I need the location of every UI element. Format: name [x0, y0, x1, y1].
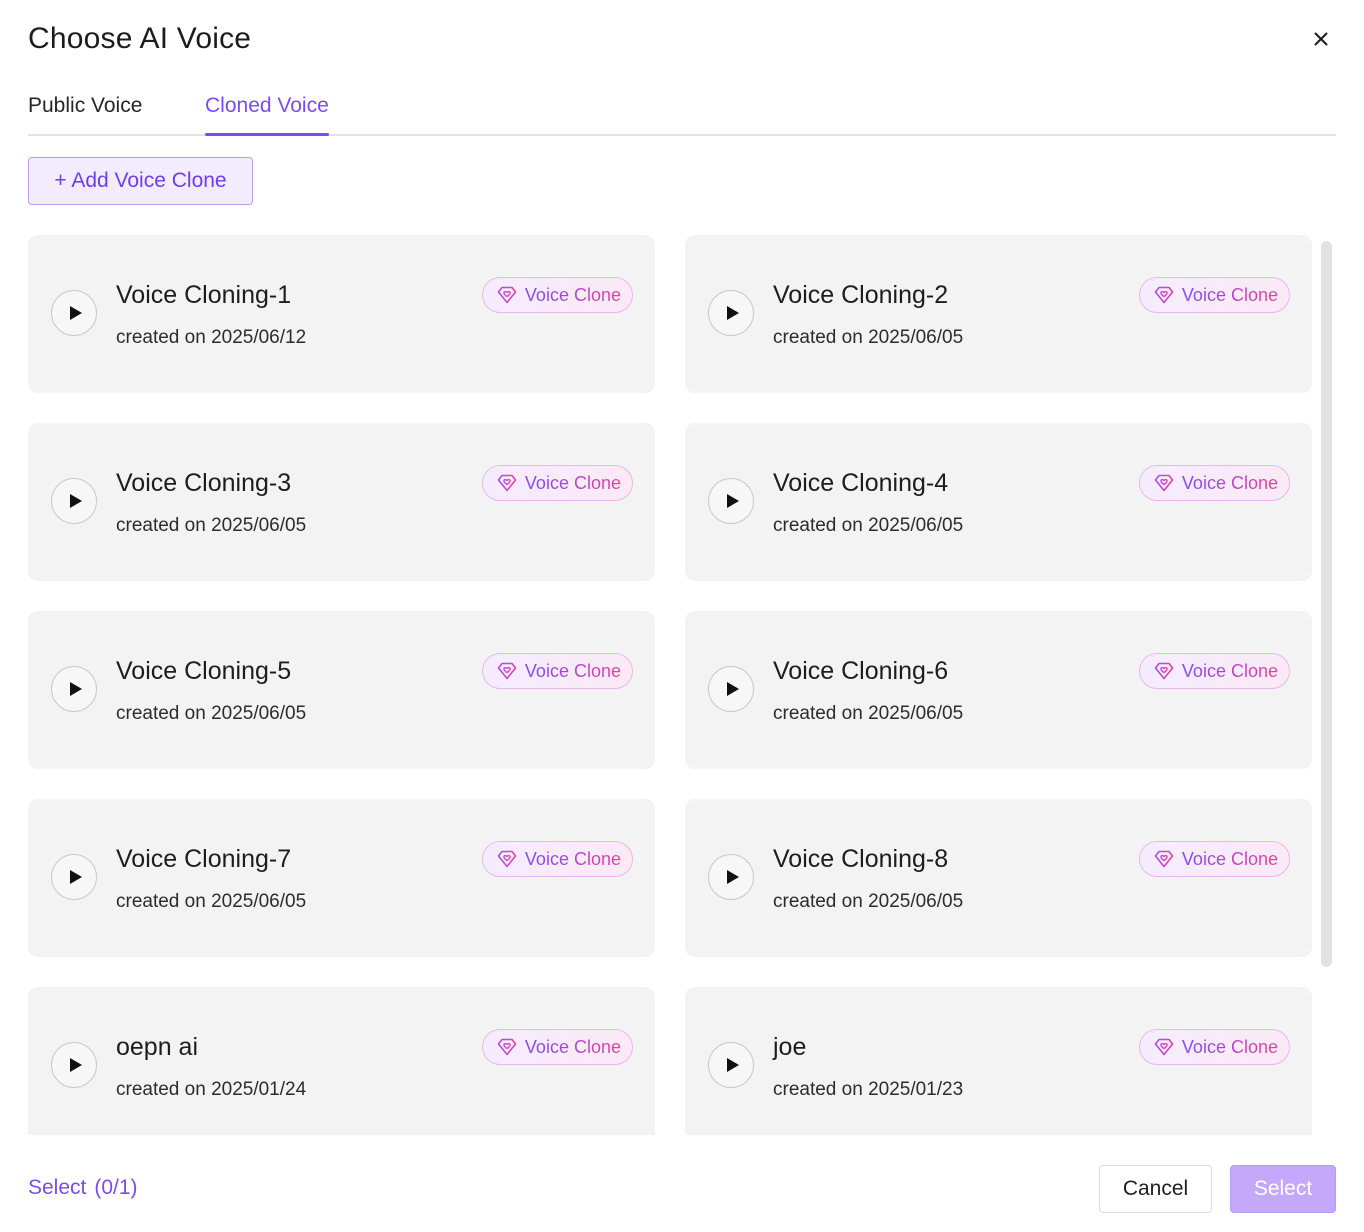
- diamond-heart-icon: [497, 286, 517, 304]
- voice-card[interactable]: Voice Cloning-1 created on 2025/06/12 Voic…: [28, 235, 655, 393]
- diamond-heart-icon: [1154, 1038, 1174, 1056]
- badge-label: Voice Clone: [524, 660, 621, 681]
- voice-created-date: created on 2025/01/23: [773, 1079, 964, 1100]
- voice-name: Voice Cloning-1: [116, 281, 292, 309]
- play-button[interactable]: [51, 666, 97, 712]
- voice-card[interactable]: Voice Cloning-5 created on 2025/06/05 Voic…: [28, 611, 655, 769]
- diamond-heart-icon: [497, 474, 517, 492]
- cancel-button[interactable]: Cancel: [1099, 1165, 1212, 1213]
- voice-created-date: created on 2025/06/05: [116, 891, 307, 912]
- tab-public-voice[interactable]: Public Voice: [28, 94, 142, 132]
- voice-name: Voice Cloning-3: [116, 469, 292, 497]
- badge-label: Voice Clone: [524, 848, 621, 869]
- voice-name: Voice Cloning-6: [773, 657, 949, 685]
- play-button[interactable]: [51, 478, 97, 524]
- voice-clone-badge: Voice Clone: [1138, 841, 1290, 877]
- voice-card[interactable]: Voice Cloning-2 created on 2025/06/05 Voic…: [685, 235, 1312, 393]
- play-icon: [726, 682, 739, 696]
- close-icon: [1314, 32, 1328, 46]
- voice-name: Voice Cloning-4: [773, 469, 949, 497]
- voice-card[interactable]: joe created on 2025/01/23 Voice Clone: [685, 987, 1312, 1135]
- badge-label: Voice Clone: [524, 284, 621, 305]
- play-button[interactable]: [708, 290, 754, 336]
- diamond-heart-icon: [497, 662, 517, 680]
- selection-label: Select: [28, 1176, 87, 1199]
- select-button[interactable]: Select: [1230, 1165, 1336, 1213]
- voice-clone-badge: Voice Clone: [481, 653, 633, 689]
- voice-created-date: created on 2025/06/05: [773, 703, 964, 724]
- voice-name: joe: [773, 1033, 807, 1061]
- play-button[interactable]: [708, 666, 754, 712]
- badge-label: Voice Clone: [1181, 848, 1278, 869]
- voice-clone-badge: Voice Clone: [481, 1029, 633, 1065]
- play-icon: [69, 1058, 82, 1072]
- voice-clone-badge: Voice Clone: [1138, 653, 1290, 689]
- voice-created-date: created on 2025/06/05: [773, 327, 964, 348]
- voice-created-date: created on 2025/06/05: [773, 891, 964, 912]
- voice-card[interactable]: Voice Cloning-7 created on 2025/06/05 Voic…: [28, 799, 655, 957]
- voice-list: Voice Cloning-1 created on 2025/06/12 Voic…: [28, 235, 1312, 1135]
- play-icon: [726, 306, 739, 320]
- voice-clone-badge: Voice Clone: [1138, 465, 1290, 501]
- choose-voice-dialog: Choose AI Voice Public Voice Cloned Voic…: [0, 0, 1364, 1232]
- diamond-heart-icon: [497, 1038, 517, 1056]
- badge-label: Voice Clone: [1181, 472, 1278, 493]
- badge-label: Voice Clone: [1181, 660, 1278, 681]
- voice-created-date: created on 2025/06/05: [773, 515, 964, 536]
- voice-name: oepn ai: [116, 1033, 199, 1061]
- diamond-heart-icon: [1154, 286, 1174, 304]
- voice-card[interactable]: oepn ai created on 2025/01/24 Voice Clone: [28, 987, 655, 1135]
- badge-label: Voice Clone: [524, 1036, 621, 1057]
- selection-counter: Select (0/1): [28, 1176, 138, 1200]
- voice-name: Voice Cloning-7: [116, 845, 292, 873]
- diamond-heart-icon: [497, 850, 517, 868]
- voice-created-date: created on 2025/06/12: [116, 327, 307, 348]
- voice-tabs: Public Voice Cloned Voice: [28, 88, 1336, 136]
- play-icon: [726, 1058, 739, 1072]
- voice-card[interactable]: Voice Cloning-4 created on 2025/06/05 Voic…: [685, 423, 1312, 581]
- voice-clone-badge: Voice Clone: [481, 465, 633, 501]
- voice-created-date: created on 2025/01/24: [116, 1079, 307, 1100]
- diamond-heart-icon: [1154, 850, 1174, 868]
- voice-name: Voice Cloning-2: [773, 281, 949, 309]
- play-button[interactable]: [51, 1042, 97, 1088]
- play-button[interactable]: [708, 478, 754, 524]
- badge-label: Voice Clone: [1181, 1036, 1278, 1057]
- voice-name: Voice Cloning-5: [116, 657, 292, 685]
- diamond-heart-icon: [1154, 474, 1174, 492]
- voice-clone-badge: Voice Clone: [1138, 277, 1290, 313]
- play-icon: [726, 870, 739, 884]
- close-button[interactable]: [1306, 26, 1336, 52]
- play-icon: [726, 494, 739, 508]
- voice-created-date: created on 2025/06/05: [116, 515, 307, 536]
- play-icon: [69, 682, 82, 696]
- scrollbar[interactable]: [1321, 241, 1332, 967]
- voice-card[interactable]: Voice Cloning-8 created on 2025/06/05 Voic…: [685, 799, 1312, 957]
- voice-card[interactable]: Voice Cloning-3 created on 2025/06/05 Voic…: [28, 423, 655, 581]
- voice-clone-badge: Voice Clone: [481, 277, 633, 313]
- voice-name: Voice Cloning-8: [773, 845, 949, 873]
- play-button[interactable]: [708, 854, 754, 900]
- play-button[interactable]: [708, 1042, 754, 1088]
- selection-count: (0/1): [94, 1176, 138, 1199]
- voice-created-date: created on 2025/06/05: [116, 703, 307, 724]
- voice-card[interactable]: Voice Cloning-6 created on 2025/06/05 Voic…: [685, 611, 1312, 769]
- play-icon: [69, 494, 82, 508]
- add-voice-clone-button[interactable]: + Add Voice Clone: [28, 157, 253, 205]
- play-icon: [69, 306, 82, 320]
- dialog-title: Choose AI Voice: [28, 22, 252, 55]
- badge-label: Voice Clone: [1181, 284, 1278, 305]
- diamond-heart-icon: [1154, 662, 1174, 680]
- tab-cloned-voice[interactable]: Cloned Voice: [205, 94, 329, 136]
- play-button[interactable]: [51, 290, 97, 336]
- play-icon: [69, 870, 82, 884]
- voice-clone-badge: Voice Clone: [481, 841, 633, 877]
- voice-clone-badge: Voice Clone: [1138, 1029, 1290, 1065]
- play-button[interactable]: [51, 854, 97, 900]
- badge-label: Voice Clone: [524, 472, 621, 493]
